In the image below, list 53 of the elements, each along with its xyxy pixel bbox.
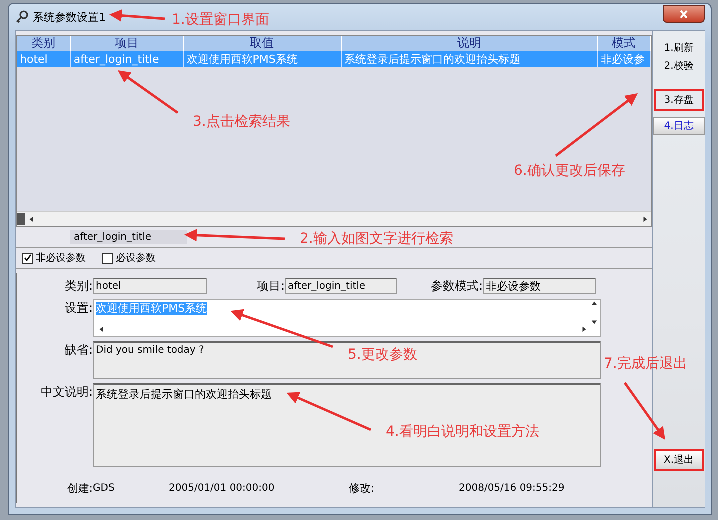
field-label: 修改: [349,480,376,496]
column-header[interactable]: 模式 [598,36,652,51]
annotation-arrow [118,70,179,114]
key-icon [15,10,29,24]
category-field[interactable]: hotel [93,278,207,294]
annotation-text: 4.看明白说明和设置方法 [386,423,540,441]
column-header[interactable]: 取值 [184,36,342,51]
column-header[interactable]: 项目 [70,36,184,51]
item-field[interactable]: after_login_title [285,278,397,294]
checkbox[interactable] [22,252,33,264]
annotation-arrow [110,10,166,22]
checkbox[interactable] [102,252,113,264]
side-button[interactable]: X.退出 [654,449,704,471]
field-label: 创建: [66,480,93,496]
scroll-left-icon[interactable] [98,326,105,333]
annotation-text: 7.完成后退出 [604,355,688,373]
side-button[interactable]: 2.校验 [653,57,705,75]
annotation-text: 6.确认更改后保存 [514,162,626,180]
annotation-text: 5.更改参数 [348,346,418,364]
side-button[interactable]: 3.存盘 [654,89,704,111]
column-header[interactable]: 类别 [17,36,71,51]
scroll-left-icon[interactable] [28,216,34,222]
horizontal-scrollbar[interactable] [17,211,651,226]
close-icon [679,10,689,18]
created-date: 2005/01/01 00:00:00 [169,482,276,494]
field-label: 参数模式: [430,278,483,294]
side-button[interactable]: 1.刷新 [653,39,705,57]
scroll-right-icon[interactable] [642,216,648,222]
side-button[interactable]: 4.日志 [653,117,705,135]
scroll-right-icon[interactable] [581,326,588,333]
scroll-down-icon[interactable] [590,319,598,326]
field-label: 中文说明: [40,384,93,401]
checkbox-label: 非必设参数 [36,252,86,265]
window-title: 系统参数设置1 [33,10,107,24]
scrollbar-thumb[interactable] [17,213,25,225]
modified-date: 2008/05/16 09:55:29 [459,482,565,494]
field-label: 设置: [64,300,93,317]
annotation-text: 2.输入如图文字进行检索 [300,230,454,248]
annotation-text: 1.设置窗口界面 [172,11,270,29]
annotation-text: 3.点击检索结果 [193,113,290,131]
filter-checkbox[interactable]: 必设参数 [102,251,156,265]
scroll-up-icon[interactable] [590,300,598,307]
checkbox-label: 必设参数 [116,252,156,265]
mode-field[interactable]: 非必设参数 [483,278,596,294]
column-header[interactable]: 说明 [342,36,598,51]
close-button[interactable] [663,5,705,23]
field-label: 类别: [64,278,93,294]
creator-text: GDS [93,482,116,494]
filter-checkbox[interactable]: 非必设参数 [22,251,86,265]
field-label: 缺省: [64,342,93,359]
annotation-arrow [624,382,666,440]
field-label: 项目: [256,278,285,294]
search-field[interactable]: after_login_title [70,230,187,244]
